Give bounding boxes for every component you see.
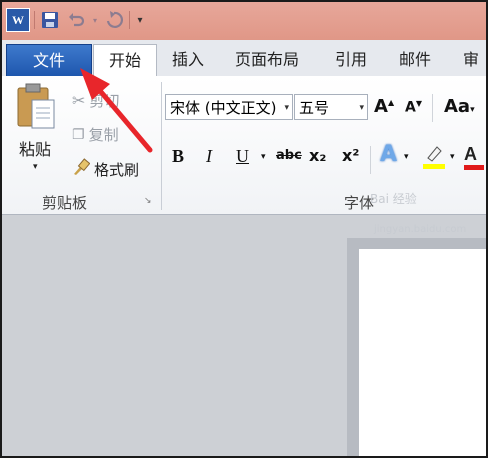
qat-divider [34, 11, 35, 29]
tab-file[interactable]: 文件 [6, 44, 92, 78]
undo-icon[interactable] [65, 9, 87, 31]
paste-icon[interactable] [14, 82, 58, 132]
undo-dropdown-icon[interactable]: ▾ [91, 9, 99, 31]
superscript-button[interactable]: x² [342, 146, 359, 165]
font-name-dropdown-icon[interactable]: ▾ [284, 95, 289, 119]
format-painter-button[interactable]: 格式刷 [72, 158, 139, 180]
quick-access-toolbar: W ▾ ▾ [6, 8, 146, 32]
text-effects-dropdown-icon[interactable]: ▾ [404, 152, 409, 162]
group-divider [161, 82, 162, 210]
bold-button[interactable]: B [172, 146, 184, 167]
paintbrush-icon [72, 158, 91, 180]
strikethrough-button[interactable]: abc [276, 148, 302, 163]
font-size-combo[interactable]: 五号 ▾ [294, 94, 368, 120]
tab-references[interactable]: 引用 [335, 46, 367, 74]
watermark-url: jingyan.baidu.com [374, 224, 467, 235]
paste-dropdown-icon[interactable]: ▾ [33, 162, 38, 172]
grow-font-button[interactable]: A▲ [374, 96, 394, 117]
font-name-combo[interactable]: 宋体 (中文正文) ▾ [165, 94, 293, 120]
cut-button[interactable]: ✂ 剪切 [72, 90, 119, 111]
ribbon-tabs: 文件 开始 插入 页面布局 引用 邮件 审阅 [2, 40, 486, 97]
underline-button[interactable]: U [236, 146, 249, 167]
document-workspace [2, 215, 486, 456]
tab-mailings[interactable]: 邮件 [399, 46, 431, 74]
highlight-dropdown-icon[interactable]: ▾ [450, 152, 455, 162]
paste-button[interactable]: 粘贴 [19, 136, 51, 160]
font-divider [432, 94, 433, 122]
save-icon[interactable] [39, 9, 61, 31]
scissors-icon: ✂ [72, 91, 86, 110]
text-effects-icon[interactable]: A [380, 142, 397, 167]
document-page[interactable] [359, 249, 486, 456]
word-window: W ▾ ▾ 文件 开始 插入 页面布局 引用 邮件 审阅 [0, 0, 488, 458]
copy-icon: ❐ [72, 126, 85, 143]
tab-review[interactable]: 审阅 [463, 46, 486, 97]
qat-divider-2 [129, 11, 130, 29]
shrink-font-button[interactable]: A▼ [405, 99, 422, 116]
clipboard-launcher-icon[interactable]: ↘ [144, 196, 152, 206]
word-logo-icon[interactable]: W [6, 8, 30, 32]
font-size-dropdown-icon[interactable]: ▾ [359, 95, 364, 119]
italic-button[interactable]: I [206, 146, 212, 167]
customize-qat-icon[interactable]: ▾ [134, 9, 146, 31]
tab-home[interactable]: 开始 [93, 44, 157, 77]
title-bar: W ▾ ▾ [2, 2, 486, 40]
copy-button[interactable]: ❐ 复制 [72, 124, 119, 145]
clipboard-group-label: 剪贴板 [42, 194, 88, 212]
tab-page-layout[interactable]: 页面布局 [235, 46, 299, 74]
redo-icon[interactable] [103, 9, 125, 31]
watermark-logo: Bai 经验 [370, 192, 417, 206]
font-color-icon[interactable]: A [464, 144, 484, 170]
underline-dropdown-icon[interactable]: ▾ [261, 152, 266, 162]
subscript-button[interactable]: x₂ [309, 146, 326, 165]
change-case-button[interactable]: Aa▾ [444, 96, 475, 117]
font-divider-2 [370, 146, 371, 174]
tab-insert[interactable]: 插入 [172, 46, 204, 74]
highlight-icon[interactable] [422, 144, 446, 174]
